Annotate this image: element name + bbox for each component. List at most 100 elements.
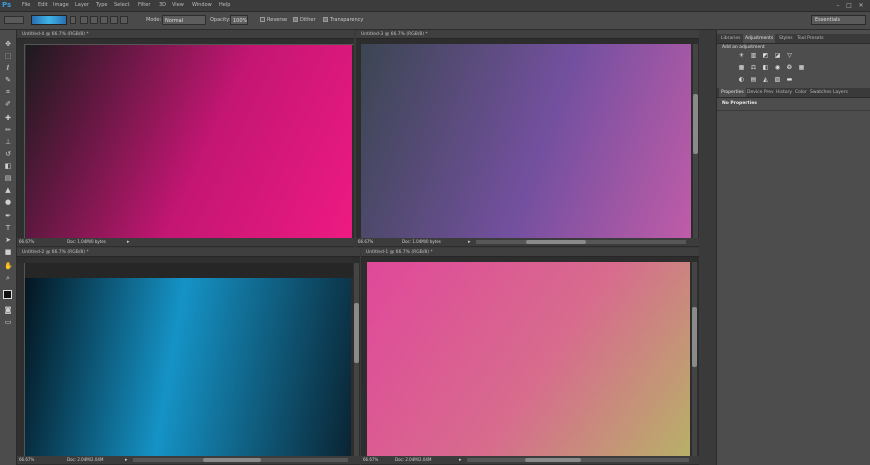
pen-icon[interactable]: ✒: [4, 212, 12, 220]
radial-gradient-button[interactable]: [90, 16, 98, 24]
canvas-3[interactable]: [25, 278, 351, 456]
reflected-gradient-button[interactable]: [110, 16, 118, 24]
chevron-right-icon[interactable]: ▸: [125, 456, 128, 464]
selective-color-icon[interactable]: ▧: [773, 76, 782, 84]
menu-window[interactable]: Window: [192, 2, 212, 8]
reverse-checkbox[interactable]: [260, 17, 265, 22]
doc-size[interactable]: Doc: 1.04M/0 bytes: [402, 238, 441, 246]
eyedropper-icon[interactable]: ✐: [4, 100, 12, 108]
brush-icon[interactable]: ✏: [4, 126, 12, 134]
scroll-thumb[interactable]: [693, 94, 698, 154]
gradient-preview[interactable]: [31, 15, 67, 25]
crop-icon[interactable]: ⌗: [4, 88, 12, 96]
chevron-right-icon[interactable]: ▸: [127, 238, 130, 246]
maximize-button[interactable]: □: [845, 2, 853, 9]
mode-select[interactable]: Normal: [162, 15, 206, 25]
zoom-icon[interactable]: ⌕: [4, 274, 12, 282]
zoom-level[interactable]: 66.67%: [19, 238, 34, 246]
gradient-icon[interactable]: ▤: [4, 174, 12, 182]
scroll-thumb[interactable]: [203, 458, 261, 462]
document-tab-3[interactable]: Untitled-2 @ 66.7% (RGB/8) *: [17, 248, 360, 257]
scroll-thumb[interactable]: [692, 307, 697, 367]
zoom-level[interactable]: 66.67%: [363, 456, 378, 464]
quick-select-icon[interactable]: ✎: [4, 76, 12, 84]
angle-gradient-button[interactable]: [100, 16, 108, 24]
tab-libraries[interactable]: Libraries: [719, 34, 742, 43]
color-balance-icon[interactable]: ⚖: [749, 64, 758, 72]
workspace-select[interactable]: Essentials: [811, 15, 866, 25]
exposure-icon[interactable]: ◪: [773, 52, 782, 60]
foreground-color-swatch[interactable]: [3, 290, 12, 299]
chevron-down-icon[interactable]: [70, 16, 76, 24]
transparency-checkbox[interactable]: [323, 17, 328, 22]
document-tab-1[interactable]: Untitled-4 @ 66.7% (RGB/8) *: [17, 30, 354, 39]
minimize-button[interactable]: –: [834, 2, 842, 9]
menu-filter[interactable]: Filter: [138, 2, 150, 8]
lasso-icon[interactable]: ℓ: [4, 64, 12, 72]
screen-mode-icon[interactable]: ▭: [4, 318, 12, 326]
tool-preset-picker[interactable]: [4, 16, 24, 24]
chevron-right-icon[interactable]: ▸: [468, 238, 471, 246]
type-icon[interactable]: T: [4, 224, 12, 232]
dodge-icon[interactable]: ●: [4, 198, 12, 206]
vertical-scrollbar[interactable]: [354, 263, 359, 456]
tab-color[interactable]: Color: [793, 88, 809, 97]
gradient-map-icon[interactable]: ▬: [785, 76, 794, 84]
tab-history[interactable]: History: [774, 88, 794, 97]
hue-saturation-icon[interactable]: ▦: [737, 64, 746, 72]
history-brush-icon[interactable]: ↺: [4, 150, 12, 158]
channel-mixer-icon[interactable]: ❂: [785, 64, 794, 72]
tab-styles[interactable]: Styles: [777, 34, 795, 43]
canvas-1[interactable]: [26, 45, 352, 238]
document-tab-2[interactable]: Untitled-3 @ 66.7% (RGB/8) *: [356, 30, 699, 39]
brightness-contrast-icon[interactable]: ☀: [737, 52, 746, 60]
canvas-4[interactable]: [367, 262, 690, 456]
vibrance-icon[interactable]: ▽: [785, 52, 794, 60]
threshold-icon[interactable]: ◭: [761, 76, 770, 84]
tab-properties[interactable]: Properties: [719, 88, 746, 97]
scroll-thumb[interactable]: [526, 240, 586, 244]
invert-icon[interactable]: ◐: [737, 76, 746, 84]
close-button[interactable]: ✕: [857, 2, 865, 9]
quick-mask-icon[interactable]: ◙: [4, 306, 12, 314]
horizontal-scrollbar[interactable]: [476, 240, 686, 244]
canvas-2[interactable]: [361, 44, 691, 238]
menu-help[interactable]: Help: [219, 2, 230, 8]
blur-icon[interactable]: ▲: [4, 186, 12, 194]
photo-filter-icon[interactable]: ◉: [773, 64, 782, 72]
diamond-gradient-button[interactable]: [120, 16, 128, 24]
menu-file[interactable]: File: [22, 2, 30, 8]
scroll-thumb[interactable]: [525, 458, 581, 462]
linear-gradient-button[interactable]: [80, 16, 88, 24]
zoom-level[interactable]: 66.67%: [19, 456, 34, 464]
chevron-right-icon[interactable]: ▸: [459, 456, 462, 464]
document-tab-4[interactable]: Untitled-1 @ 66.7% (RGB/8) *: [361, 248, 699, 257]
doc-size[interactable]: Doc: 2.04M/2.04M: [67, 456, 103, 464]
dither-checkbox[interactable]: [293, 17, 298, 22]
horizontal-scrollbar[interactable]: [133, 458, 348, 462]
zoom-level[interactable]: 66.67%: [358, 238, 373, 246]
tab-device-preview[interactable]: Device Prev: [745, 88, 776, 97]
levels-icon[interactable]: ▥: [749, 52, 758, 60]
color-lookup-icon[interactable]: ▦: [797, 64, 806, 72]
doc-size[interactable]: Doc: 1.04M/0 bytes: [67, 238, 106, 246]
menu-image[interactable]: Image: [53, 2, 69, 8]
move-icon[interactable]: ✥: [4, 40, 12, 48]
path-select-icon[interactable]: ➤: [4, 236, 12, 244]
horizontal-scrollbar[interactable]: [467, 458, 689, 462]
vertical-scrollbar[interactable]: [693, 44, 698, 238]
healing-icon[interactable]: ✚: [4, 114, 12, 122]
menu-select[interactable]: Select: [114, 2, 129, 8]
tab-layers[interactable]: Layers: [831, 88, 850, 97]
tab-tool-presets[interactable]: Tool Presets: [795, 34, 826, 43]
tab-adjustments[interactable]: Adjustments: [743, 34, 776, 43]
curves-icon[interactable]: ◩: [761, 52, 770, 60]
black-white-icon[interactable]: ◧: [761, 64, 770, 72]
menu-3d[interactable]: 3D: [159, 2, 166, 8]
shape-icon[interactable]: ■: [4, 248, 12, 256]
menu-edit[interactable]: Edit: [38, 2, 48, 8]
menu-view[interactable]: View: [172, 2, 184, 8]
posterize-icon[interactable]: ▤: [749, 76, 758, 84]
scroll-thumb[interactable]: [354, 303, 359, 363]
stamp-icon[interactable]: ⊥: [4, 138, 12, 146]
